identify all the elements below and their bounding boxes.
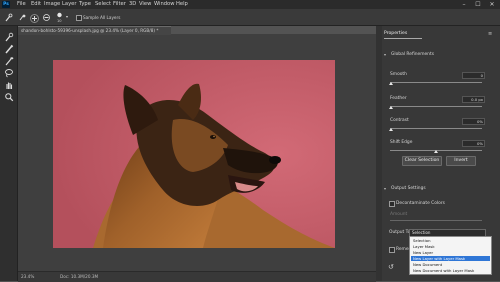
close-icon[interactable]: ✕	[486, 0, 498, 9]
photoshop-logo-icon: Ps	[2, 1, 10, 8]
menu-filter[interactable]: Filter	[113, 1, 126, 8]
menu-layer[interactable]: Layer	[62, 1, 76, 8]
brush-options-chevron-icon[interactable]: ▾	[66, 14, 68, 19]
dropdown-option-new-layer[interactable]: New Layer	[411, 250, 490, 255]
menu-window[interactable]: Window	[154, 1, 174, 8]
smooth-value-field[interactable]: 0	[462, 72, 485, 79]
invert-button[interactable]: Invert	[446, 156, 476, 166]
global-refinements-label: Global Refinements	[391, 52, 434, 57]
remember-settings-checkbox[interactable]	[389, 247, 395, 253]
panel-menu-icon[interactable]: ≡	[488, 31, 492, 37]
brush-tool-icon[interactable]	[3, 56, 14, 66]
feather-slider-knob[interactable]	[389, 106, 393, 109]
tab-properties[interactable]: Properties	[384, 30, 422, 39]
menu-select[interactable]: Select	[95, 1, 111, 8]
decontaminate-colors-label: Decontaminate Colors	[396, 201, 445, 206]
reset-icon[interactable]: ↺	[388, 263, 394, 271]
menu-bar: Ps File Edit Image Layer Type Select Fil…	[0, 0, 500, 9]
status-bar: 23.4% Doc: 10.3M/20.3M	[18, 271, 376, 282]
brush-size-value: 10	[57, 19, 62, 23]
zoom-level[interactable]: 23.4%	[21, 272, 34, 281]
dropdown-option-new-document[interactable]: New Document	[411, 262, 490, 267]
menu-edit[interactable]: Edit	[31, 1, 41, 8]
brush-preview-icon[interactable]	[56, 12, 63, 18]
quick-selection-tool-icon[interactable]	[4, 13, 13, 22]
new-selection-icon[interactable]	[18, 13, 27, 22]
panel-icon-strip	[376, 26, 382, 281]
dropdown-option-selection[interactable]: Selection	[411, 238, 490, 243]
contrast-slider-knob[interactable]	[389, 128, 393, 131]
output-settings-label: Output Settings	[391, 186, 426, 191]
clear-selection-button[interactable]: Clear Selection	[402, 156, 442, 166]
add-to-selection-icon[interactable]	[30, 14, 39, 23]
menu-image[interactable]: Image	[44, 1, 60, 8]
output-to-label: Output To	[389, 230, 411, 235]
feather-slider[interactable]	[390, 106, 482, 107]
shift-edge-label: Shift Edge	[390, 140, 413, 145]
menu-view[interactable]: View	[139, 1, 151, 8]
menu-3d[interactable]: 3D	[129, 1, 136, 8]
hand-tool-icon[interactable]	[3, 80, 14, 90]
subtract-from-selection-icon[interactable]	[42, 13, 51, 22]
output-to-dropdown: Selection Layer Mask New Layer New Layer…	[409, 236, 492, 275]
document-size: Doc: 10.3M/20.3M	[60, 274, 99, 279]
menu-help[interactable]: Help	[176, 1, 188, 8]
section-chevron-icon[interactable]: ▾	[384, 52, 386, 57]
dropdown-option-new-document-with-mask[interactable]: New Document with Layer Mask	[411, 268, 490, 273]
dog-photo	[53, 60, 335, 248]
lasso-tool-icon[interactable]	[3, 68, 14, 78]
amount-slider	[390, 220, 482, 221]
shift-edge-slider-knob[interactable]	[434, 150, 438, 153]
maximize-icon[interactable]: ☐	[472, 0, 484, 9]
smooth-slider-knob[interactable]	[389, 82, 393, 85]
amount-label: Amount	[390, 212, 408, 217]
menu-type[interactable]: Type	[79, 1, 91, 8]
shift-edge-value-field[interactable]: 0%	[462, 140, 485, 147]
dropdown-option-new-layer-with-mask[interactable]: New Layer with Layer Mask	[411, 256, 490, 261]
dog-photo-image	[53, 60, 335, 248]
contrast-label: Contrast	[390, 118, 409, 123]
dropdown-option-layer-mask[interactable]: Layer Mask	[411, 244, 490, 249]
document-tab[interactable]: shandon-bohlsto-59396-unsplash.jpg @ 23.…	[18, 26, 171, 35]
feather-value-field[interactable]: 0.0 px	[462, 96, 485, 103]
smooth-label: Smooth	[390, 72, 407, 77]
contrast-slider[interactable]	[390, 128, 482, 129]
output-section-chevron-icon[interactable]: ▾	[384, 186, 386, 191]
sample-all-layers-label: Sample All Layers	[83, 15, 121, 20]
minimize-icon[interactable]: –	[458, 0, 470, 9]
sample-all-layers-checkbox[interactable]	[76, 15, 82, 21]
menu-file[interactable]: File	[17, 1, 26, 8]
feather-label: Feather	[390, 96, 407, 101]
refine-edge-brush-icon[interactable]	[3, 44, 14, 54]
decontaminate-colors-checkbox[interactable]	[389, 201, 395, 207]
tools-panel	[0, 26, 18, 281]
smooth-slider[interactable]	[390, 82, 482, 83]
quick-selection-tool-icon[interactable]	[3, 32, 14, 42]
zoom-tool-icon[interactable]	[3, 92, 14, 102]
contrast-value-field[interactable]: 0%	[462, 118, 485, 125]
options-bar	[0, 9, 500, 26]
